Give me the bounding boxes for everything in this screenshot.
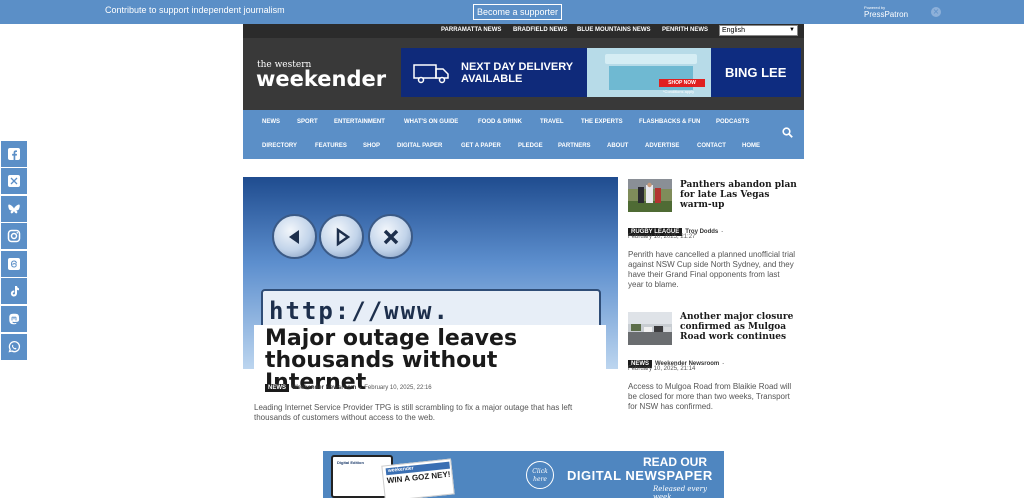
ad-shop-now-button[interactable]: SHOP NOW xyxy=(659,79,705,87)
nav-item-contact[interactable]: CONTACT xyxy=(697,143,726,149)
side-article-1-date: February 10, 2025, 21:27 xyxy=(628,234,696,240)
presspatron-logo[interactable]: PressPatron xyxy=(864,10,908,19)
nav-item-flashbacks-fun[interactable]: FLASHBACKS & FUN xyxy=(639,119,700,125)
back-arrow-graphic xyxy=(272,214,317,259)
instagram-icon[interactable] xyxy=(1,223,27,249)
banner-device-title: Digital Edition xyxy=(337,460,364,465)
ad-brand: BING LEE xyxy=(711,48,801,97)
hero-image-url-text: http://www. xyxy=(269,297,450,325)
hero-meta-separator: - xyxy=(359,384,362,391)
nav-item-features[interactable]: FEATURES xyxy=(315,143,347,149)
nav-item-the-experts[interactable]: THE EXPERTS xyxy=(581,119,623,125)
whatsapp-icon[interactable] xyxy=(1,334,27,360)
support-bar: Contribute to support independent journa… xyxy=(0,0,1024,24)
nav-item-pledge[interactable]: PLEDGE xyxy=(518,143,543,149)
forward-arrow-graphic xyxy=(319,214,364,259)
side-article-2-date: February 10, 2025, 21:14 xyxy=(628,366,696,372)
nav-item-partners[interactable]: PARTNERS xyxy=(558,143,591,149)
side-article-1-title[interactable]: Panthers abandon plan for late Las Vegas… xyxy=(680,180,798,210)
banner-click-here[interactable]: Click here xyxy=(526,461,554,489)
nav-item-travel[interactable]: TRAVEL xyxy=(540,119,564,125)
masthead: the western weekender NEXT DAY DELIVERY … xyxy=(243,38,804,110)
header-advertisement[interactable]: NEXT DAY DELIVERY AVAILABLE SHOP NOW *Co… xyxy=(401,48,801,97)
digital-newspaper-banner[interactable]: Digital Edition weekender WIN A GOZ NEY!… xyxy=(323,451,724,498)
side-article-2-separator: - xyxy=(722,360,725,367)
support-text: Contribute to support independent journa… xyxy=(105,5,285,15)
x-icon[interactable] xyxy=(1,168,27,194)
nav-item-digital-paper[interactable]: DIGITAL PAPER xyxy=(397,143,442,149)
delivery-truck-icon xyxy=(413,64,449,84)
side-article-2-thumbnail[interactable] xyxy=(628,312,672,345)
close-icon[interactable]: × xyxy=(931,7,941,17)
close-x-graphic xyxy=(368,214,413,259)
nav-item-about[interactable]: ABOUT xyxy=(607,143,628,149)
nav-item-food-drink[interactable]: FOOD & DRINK xyxy=(478,119,522,125)
topbar-link-penrith[interactable]: PENRITH NEWS xyxy=(662,27,708,33)
banner-line1: READ OUR xyxy=(643,455,708,469)
bluesky-icon[interactable] xyxy=(1,196,27,222)
main-nav: NEWS SPORT ENTERTAINMENT WHAT'S ON GUIDE… xyxy=(243,110,804,159)
top-bar: PARRAMATTA NEWS BRADFIELD NEWS BLUE MOUN… xyxy=(243,24,804,38)
banner-line3: Released every week xyxy=(653,485,707,498)
topbar-link-parramatta[interactable]: PARRAMATTA NEWS xyxy=(441,27,501,33)
hero-meta: NEWS Weekender Newsroom - February 10, 2025… xyxy=(265,379,432,392)
language-select-value: English xyxy=(722,27,745,34)
facebook-icon[interactable] xyxy=(1,141,27,167)
become-supporter-button[interactable]: Become a supporter xyxy=(473,4,562,20)
side-article-2-excerpt: Access to Mulgoa Road from Blaikie Road … xyxy=(628,382,792,411)
hero-category-tag[interactable]: NEWS xyxy=(265,383,289,392)
topbar-link-blue-mountains[interactable]: BLUE MOUNTAINS NEWS xyxy=(577,27,651,33)
search-icon[interactable] xyxy=(782,127,793,138)
nav-item-sport[interactable]: SPORT xyxy=(297,119,318,125)
side-article-1-thumbnail[interactable] xyxy=(628,179,672,212)
ad-brand-logo: BING LEE xyxy=(725,65,787,80)
nav-item-entertainment[interactable]: ENTERTAINMENT xyxy=(334,119,385,125)
nav-item-home[interactable]: HOME xyxy=(742,143,760,149)
mastodon-icon[interactable] xyxy=(1,306,27,332)
hero-excerpt: Leading Internet Service Provider TPG is… xyxy=(254,403,573,422)
nav-item-whats-on-guide[interactable]: WHAT'S ON GUIDE xyxy=(404,119,458,125)
nav-item-advertise[interactable]: ADVERTISE xyxy=(645,143,679,149)
side-article-2-title[interactable]: Another major closure confirmed as Mulgo… xyxy=(680,312,798,342)
nav-item-news[interactable]: NEWS xyxy=(262,119,280,125)
threads-icon[interactable] xyxy=(1,251,27,277)
banner-paper-image: weekender WIN A GOZ NEY! xyxy=(381,458,455,498)
nav-item-podcasts[interactable]: PODCASTS xyxy=(716,119,749,125)
language-select[interactable]: English ▼ xyxy=(719,25,798,36)
tiktok-icon[interactable] xyxy=(1,278,27,304)
topbar-link-bradfield[interactable]: BRADFIELD NEWS xyxy=(513,27,567,33)
ad-conditions: *Conditions apply xyxy=(663,89,695,94)
chevron-down-icon: ▼ xyxy=(789,27,795,33)
nav-item-get-a-paper[interactable]: GET A PAPER xyxy=(461,143,501,149)
nav-item-shop[interactable]: SHOP xyxy=(363,143,380,149)
banner-line2: DIGITAL NEWSPAPER xyxy=(567,468,713,483)
hero-author[interactable]: Weekender Newsroom xyxy=(292,385,356,391)
logo-big-text: weekender xyxy=(256,67,387,91)
hero-date: February 10, 2025, 22:16 xyxy=(364,384,432,391)
nav-item-directory[interactable]: DIRECTORY xyxy=(262,143,297,149)
ad-headline-line1: NEXT DAY DELIVERY xyxy=(461,61,574,73)
side-article-1-separator: - xyxy=(721,228,724,235)
ad-headline-line2: AVAILABLE xyxy=(461,73,523,85)
side-article-1-excerpt: Penrith have cancelled a planned unoffic… xyxy=(628,250,796,289)
